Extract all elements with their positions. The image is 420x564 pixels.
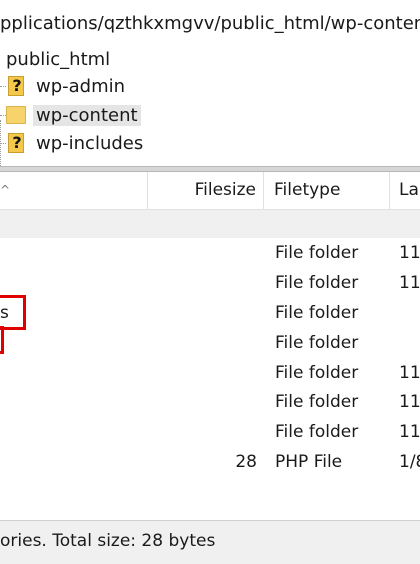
remote-path-text[interactable]: pplications/qzthkxmgvv/public_html/wp-co… (0, 13, 420, 34)
file-type: File folder (275, 392, 359, 412)
file-type: File folder (275, 363, 359, 383)
file-name: s (0, 303, 9, 323)
file-type: File folder (275, 243, 359, 263)
file-type: File folder (275, 303, 359, 323)
tree-item-label: wp-content (33, 105, 141, 126)
remote-directory-tree: public_html ? wp-admin wp-content ? wp-i… (0, 46, 420, 166)
status-bar: ories. Total size: 28 bytes (0, 520, 420, 564)
table-row[interactable]: File folder 11, (0, 269, 420, 298)
column-header-filesize[interactable]: Filesize (148, 172, 264, 209)
file-last-modified: 11, (399, 243, 420, 263)
file-size: 28 (235, 452, 257, 472)
table-row[interactable]: File folder (0, 326, 420, 358)
file-last-modified: 11, (399, 392, 420, 412)
file-manager-window: pplications/qzthkxmgvv/public_html/wp-co… (0, 0, 420, 564)
tree-connector (0, 143, 6, 145)
status-text: ories. Total size: 28 bytes (0, 531, 216, 551)
tree-item-public-html[interactable]: public_html (0, 46, 420, 73)
table-row[interactable]: s File folder (0, 295, 420, 330)
parent-directory-row[interactable] (0, 210, 420, 238)
file-last-modified: 11, (399, 422, 420, 442)
table-row[interactable]: 28 PHP File 1/8 (0, 448, 420, 477)
tree-item-label: public_html (6, 49, 111, 70)
question-folder-icon: ? (8, 133, 24, 153)
tree-item-label: wp-admin (36, 76, 126, 97)
tree-item-wp-content[interactable]: wp-content (0, 102, 420, 129)
table-row[interactable]: File folder 11, (0, 359, 420, 388)
file-last-modified: 11, (399, 363, 420, 383)
tree-item-wp-includes[interactable]: ? wp-includes (0, 130, 420, 157)
tree-item-wp-admin[interactable]: ? wp-admin (0, 73, 420, 100)
table-row[interactable]: File folder 11, (0, 418, 420, 447)
file-last-modified: 11, (399, 273, 420, 293)
file-type: File folder (275, 422, 359, 442)
file-type: File folder (275, 333, 359, 353)
question-folder-icon: ? (8, 76, 24, 96)
file-list: File folder 11, File folder 11, s File f… (0, 210, 420, 520)
file-list-header: ^ Filesize Filetype La (0, 172, 420, 210)
table-row[interactable]: File folder 11, (0, 388, 420, 417)
column-header-last-modified[interactable]: La (390, 172, 420, 209)
remote-path-bar[interactable]: pplications/qzthkxmgvv/public_html/wp-co… (0, 0, 420, 47)
highlight-box (0, 326, 4, 354)
file-type: File folder (275, 273, 359, 293)
column-header-filename[interactable]: ^ (0, 172, 148, 209)
sort-ascending-icon: ^ (0, 183, 11, 197)
tree-connector (0, 86, 6, 88)
file-last-modified: 1/8 (399, 452, 420, 472)
folder-icon (6, 106, 26, 124)
column-header-filetype[interactable]: Filetype (264, 172, 390, 209)
tree-item-label: wp-includes (36, 133, 144, 154)
file-type: PHP File (275, 452, 343, 472)
table-row[interactable]: File folder 11, (0, 239, 420, 268)
